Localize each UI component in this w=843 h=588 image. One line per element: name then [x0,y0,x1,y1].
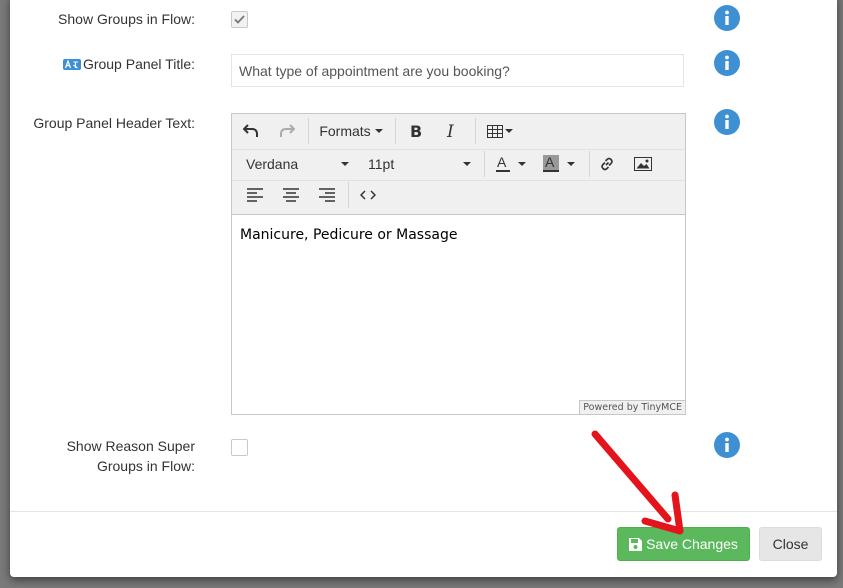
font-size-value: 11pt [368,156,395,172]
text-color-icon[interactable]: A [490,151,532,177]
font-size-select[interactable]: 11pt [362,151,477,177]
toolbar-separator [348,182,349,208]
reason-super-label: Show Reason Super Groups in Flow: [67,436,195,476]
rich-text-editor: Formats B I Verdana 11pt A A Manicure, P… [231,113,686,415]
editor-toolbar: Formats B I Verdana 11pt A A [232,114,685,215]
svg-text:A: A [545,155,555,170]
info-icon[interactable] [714,50,740,76]
align-center-icon[interactable] [280,183,302,207]
code-icon[interactable] [356,183,380,207]
image-icon[interactable] [631,152,655,176]
italic-icon[interactable]: I [441,119,463,143]
svg-text:A: A [497,155,507,170]
formats-label: Formats [319,123,371,139]
group-panel-title-input[interactable] [231,54,684,87]
header-text-label: Group Panel Header Text: [33,115,195,131]
chevron-down-icon [341,162,349,166]
editor-content[interactable]: Manicure, Pedicure or Massage [240,227,457,243]
chevron-down-icon [567,162,575,166]
svg-text:I: I [446,123,454,139]
svg-text:B: B [410,123,422,139]
formats-dropdown[interactable]: Formats [316,119,386,143]
reason-super-label-line1: Show Reason Super [66,438,195,454]
info-icon[interactable] [714,109,740,135]
show-groups-label: Show Groups in Flow: [58,11,195,27]
group-panel-title-label: Group Panel Title: [82,56,195,72]
toolbar-separator [395,118,396,144]
toolbar-separator [232,149,685,150]
chevron-down-icon [518,162,526,166]
table-icon[interactable] [483,119,517,143]
background-color-icon[interactable]: A [538,151,580,177]
reason-super-checkbox[interactable] [231,439,248,456]
toolbar-separator [484,151,485,177]
bold-icon[interactable]: B [405,119,427,143]
close-button[interactable]: Close [759,527,822,561]
show-groups-checkbox[interactable] [231,11,248,28]
toolbar-separator [308,118,309,144]
info-icon[interactable] [714,432,740,458]
floppy-disk-icon [629,537,643,551]
font-family-select[interactable]: Verdana [240,151,355,177]
info-icon[interactable] [714,5,740,31]
undo-icon[interactable] [240,119,262,143]
toolbar-separator [232,180,685,181]
checkmark-icon [234,15,245,24]
toolbar-separator [589,151,590,177]
arrow-annotation [591,430,684,535]
chevron-down-icon [505,129,513,133]
footer-divider [10,511,837,512]
align-right-icon[interactable] [316,183,338,207]
translate-icon[interactable] [63,59,81,70]
font-family-value: Verdana [246,156,299,172]
chevron-down-icon [374,129,383,133]
reason-super-label-line2: Groups in Flow: [96,458,195,474]
toolbar-separator [475,118,476,144]
align-left-icon[interactable] [244,183,266,207]
powered-by-tinymce[interactable]: Powered by TinyMCE [579,400,685,414]
link-icon[interactable] [595,152,619,176]
redo-icon[interactable] [276,119,298,143]
modal-dialog: Show Groups in Flow: Group Panel Title: … [10,0,837,577]
close-label: Close [772,536,809,552]
chevron-down-icon [463,162,471,166]
